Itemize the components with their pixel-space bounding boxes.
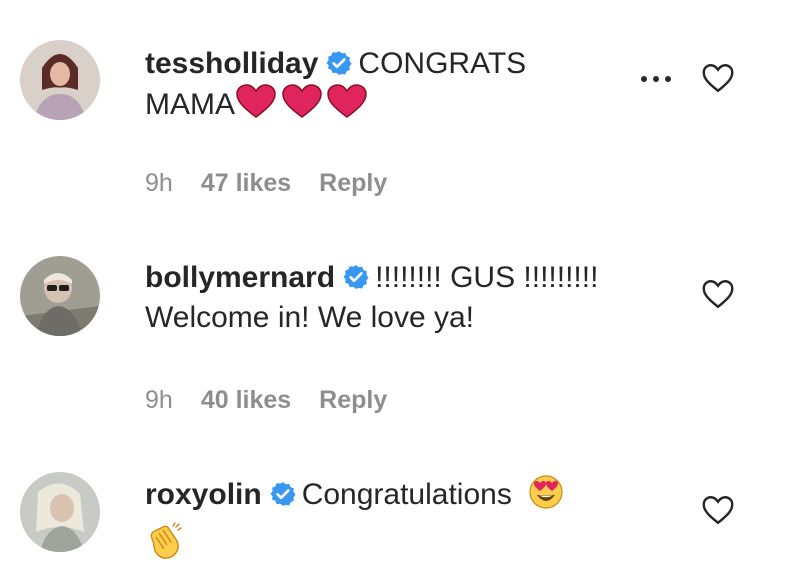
comment-text-line2: Welcome in! We love ya! — [145, 301, 475, 334]
comment-meta: 9h 40 likes Reply — [145, 385, 415, 415]
comment-text-line2: MAMA — [145, 88, 235, 121]
reply-button[interactable]: Reply — [319, 169, 387, 197]
comment-time: 9h — [145, 169, 173, 197]
comment-text-line1: Congratulations — [301, 478, 512, 511]
comment-text-line1: CONGRATS — [358, 47, 527, 80]
verified-badge-icon — [270, 481, 296, 507]
comment-text: bollymernard !!!!!!!! GUS !!!!!!!!! Welco… — [145, 258, 645, 338]
avatar[interactable] — [20, 40, 100, 120]
username[interactable]: bollymernard — [145, 261, 335, 294]
like-heart-icon[interactable] — [700, 492, 736, 528]
comment-meta: 9h 47 likes Reply — [145, 168, 415, 198]
avatar[interactable] — [20, 472, 100, 552]
reply-button[interactable]: Reply — [319, 386, 387, 414]
clapping-hands-emoji-icon — [145, 521, 185, 572]
comment-text: roxyolin Congratulations — [145, 474, 645, 572]
like-heart-icon[interactable] — [700, 60, 736, 96]
like-heart-icon[interactable] — [700, 276, 736, 312]
likes-count[interactable]: 47 likes — [201, 169, 291, 197]
red-heart-emoji-icon — [235, 84, 367, 131]
verified-badge-icon — [326, 50, 352, 76]
heart-eyes-emoji-icon — [528, 474, 564, 521]
username[interactable]: roxyolin — [145, 478, 262, 511]
verified-badge-icon — [343, 264, 369, 290]
avatar[interactable] — [20, 256, 100, 336]
comment-text: tessholliday CONGRATS MAMA — [145, 44, 645, 131]
username[interactable]: tessholliday — [145, 47, 318, 80]
more-options-icon[interactable] — [638, 71, 674, 87]
likes-count[interactable]: 40 likes — [201, 386, 291, 414]
comment-text-line1: !!!!!!!! GUS !!!!!!!!! — [375, 261, 599, 294]
comment-time: 9h — [145, 386, 173, 414]
